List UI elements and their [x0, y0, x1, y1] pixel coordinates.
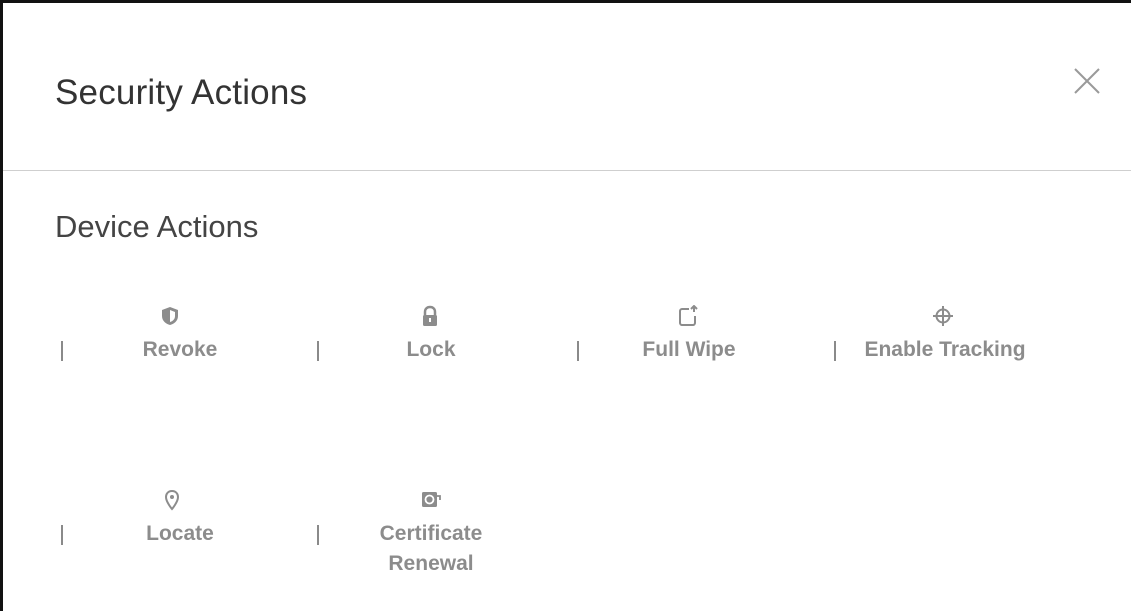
action-label: Locate	[146, 522, 214, 545]
close-button[interactable]	[1069, 63, 1105, 99]
separator	[61, 525, 63, 545]
action-label-line2: Renewal	[388, 552, 474, 575]
separator	[834, 341, 836, 361]
revoke-action[interactable]: Revoke	[55, 303, 315, 423]
action-label: Lock	[406, 338, 456, 361]
separator	[61, 341, 63, 361]
dialog-title: Security Actions	[55, 73, 308, 112]
security-actions-dialog: Security Actions Device Actions Revoke L…	[0, 0, 1131, 611]
separator	[577, 341, 579, 361]
action-label-line1: Certificate	[379, 522, 483, 545]
location-pin-icon	[164, 489, 180, 511]
certificate-icon	[422, 492, 441, 507]
action-label: Enable Tracking	[864, 338, 1026, 361]
close-icon	[1074, 68, 1100, 94]
action-label: Revoke	[142, 338, 218, 361]
separator	[317, 525, 319, 545]
shield-icon	[162, 307, 178, 325]
full-wipe-action[interactable]: Full Wipe	[571, 303, 831, 423]
lock-icon	[423, 305, 437, 326]
locate-action[interactable]: Locate	[55, 487, 315, 607]
crosshair-icon	[933, 306, 953, 326]
action-label: Full Wipe	[642, 338, 736, 361]
separator	[317, 341, 319, 361]
certificate-renewal-action[interactable]: Certificate Renewal	[311, 487, 571, 597]
enable-tracking-action[interactable]: Enable Tracking	[828, 303, 1088, 423]
section-title: Device Actions	[55, 209, 259, 244]
dialog-header: Security Actions	[3, 3, 1131, 171]
device-wipe-icon	[679, 305, 698, 326]
lock-action[interactable]: Lock	[311, 303, 571, 423]
